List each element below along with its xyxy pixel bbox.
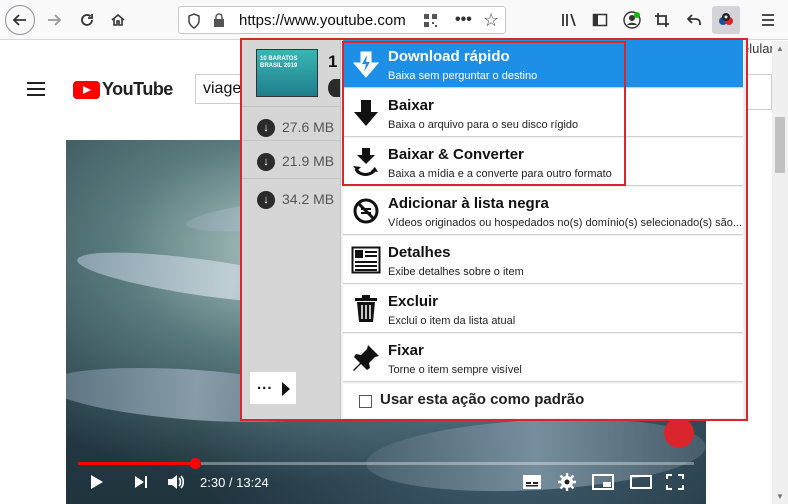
star-icon[interactable]: ☆ bbox=[483, 10, 499, 31]
sidebar-icon[interactable] bbox=[586, 6, 614, 34]
more-actions-button[interactable]: ... bbox=[250, 372, 296, 404]
hamburger-icon[interactable] bbox=[26, 82, 46, 101]
trash-icon bbox=[349, 292, 383, 326]
channel-watermark-icon[interactable] bbox=[664, 418, 694, 448]
first-item-title[interactable]: 1 bbox=[328, 52, 337, 72]
video-time: 2:30 / 13:24 bbox=[200, 475, 269, 490]
scroll-down-icon[interactable]: ▼ bbox=[776, 492, 784, 501]
forward-icon[interactable] bbox=[40, 6, 68, 34]
theater-mode-icon[interactable] bbox=[630, 475, 652, 489]
download-size: 34.2 MB bbox=[282, 191, 335, 207]
youtube-logo-icon[interactable] bbox=[73, 81, 100, 99]
home-icon[interactable] bbox=[104, 6, 132, 34]
menu-item-desc: Exclui o item da lista atual bbox=[388, 315, 516, 327]
lightning-download-icon bbox=[349, 47, 383, 81]
download-icon: ↓ bbox=[257, 191, 275, 209]
more-label: ... bbox=[257, 376, 273, 393]
search-value: viage bbox=[203, 80, 242, 97]
video-thumbnail[interactable]: 10 BARATOS BRASIL 2019 bbox=[256, 49, 318, 97]
reload-icon[interactable] bbox=[73, 6, 101, 34]
qr-icon[interactable] bbox=[423, 13, 438, 33]
url-text[interactable]: https://www.youtube.com bbox=[239, 12, 419, 29]
thumbnail-text: 10 BARATOS BRASIL 2019 bbox=[260, 56, 298, 69]
download-size: 27.6 MB bbox=[282, 119, 335, 135]
lock-icon bbox=[213, 13, 225, 33]
account-icon[interactable] bbox=[618, 6, 646, 34]
menu-item-desc: Baixa o arquivo para o seu disco rígido bbox=[388, 119, 579, 131]
settings-gear-icon[interactable] bbox=[558, 473, 576, 491]
more-icon[interactable]: ••• bbox=[455, 11, 472, 29]
video-progress-handle[interactable] bbox=[190, 458, 202, 469]
next-icon[interactable] bbox=[134, 475, 148, 489]
fullscreen-icon[interactable] bbox=[666, 474, 684, 490]
menu-item-desc: Baixa a mídia e a converte para outro fo… bbox=[388, 168, 612, 180]
menu-item-quick-download[interactable]: Download rápido Baixa sem perguntar o de… bbox=[343, 40, 743, 88]
menu-item-title: Detalhes bbox=[388, 244, 451, 261]
url-bar[interactable]: https://www.youtube.com ••• ☆ bbox=[178, 6, 506, 34]
default-action-checkbox[interactable] bbox=[359, 395, 372, 408]
download-helper-popup: 10 BARATOS BRASIL 2019 1 ↓ 27.6 MB ↓ 21.… bbox=[240, 38, 748, 421]
menu-item-desc: Torne o item sempre visível bbox=[388, 364, 522, 376]
download-item[interactable]: ↓ 34.2 MB bbox=[242, 178, 342, 220]
menu-item-title: Adicionar à lista negra bbox=[388, 195, 549, 212]
menu-icon[interactable] bbox=[754, 6, 782, 34]
menu-item-desc: Baixa sem perguntar o destino bbox=[388, 70, 538, 82]
screen: https://www.youtube.com ••• ☆ YouTube vi… bbox=[0, 0, 788, 504]
downloads-list: 10 BARATOS BRASIL 2019 1 ↓ 27.6 MB ↓ 21.… bbox=[242, 40, 342, 419]
menu-item-download[interactable]: Baixar Baixa o arquivo para o seu disco … bbox=[343, 89, 743, 137]
library-icon[interactable] bbox=[556, 6, 584, 34]
pin-icon bbox=[349, 341, 383, 375]
menu-item-pin[interactable]: Fixar Torne o item sempre visível bbox=[343, 334, 743, 382]
menu-item-delete[interactable]: Excluir Exclui o item da lista atual bbox=[343, 285, 743, 333]
menu-item-title: Download rápido bbox=[388, 48, 510, 65]
action-menu: Download rápido Baixa sem perguntar o de… bbox=[340, 40, 744, 419]
shield-icon[interactable] bbox=[187, 13, 201, 34]
page-scrollbar[interactable]: ▲ ▼ bbox=[772, 41, 788, 504]
menu-item-title: Excluir bbox=[388, 293, 439, 310]
convert-icon bbox=[349, 145, 383, 179]
scroll-up-icon[interactable]: ▲ bbox=[776, 44, 784, 53]
menu-item-desc: Vídeos originados ou hospedados no(s) do… bbox=[388, 217, 743, 229]
video-progress-fill bbox=[78, 462, 196, 465]
download-icon: ↓ bbox=[257, 153, 275, 171]
video-progress-bar[interactable] bbox=[78, 458, 694, 469]
menu-item-download-convert[interactable]: Baixar & Converter Baixa a mídia e a con… bbox=[343, 138, 743, 186]
subtitles-icon[interactable] bbox=[522, 474, 542, 490]
undo-icon[interactable] bbox=[680, 6, 708, 34]
expand-arrow-icon bbox=[282, 382, 290, 396]
download-icon: ↓ bbox=[257, 119, 275, 137]
scroll-thumb[interactable] bbox=[775, 117, 785, 173]
down-arrow-icon bbox=[349, 96, 383, 130]
menu-item-title: Fixar bbox=[388, 342, 424, 359]
back-icon[interactable] bbox=[5, 5, 35, 35]
crop-icon[interactable] bbox=[648, 6, 676, 34]
download-size: 21.9 MB bbox=[282, 153, 335, 169]
play-icon[interactable] bbox=[90, 474, 104, 490]
menu-item-title: Baixar bbox=[388, 97, 434, 114]
details-icon bbox=[349, 243, 383, 277]
extension-icon[interactable] bbox=[712, 6, 740, 34]
download-item[interactable]: ↓ 21.9 MB bbox=[242, 140, 342, 182]
default-action-row[interactable]: Usar esta ação como padrão bbox=[343, 384, 743, 418]
default-action-label: Usar esta ação como padrão bbox=[380, 391, 585, 408]
volume-icon[interactable] bbox=[166, 473, 186, 491]
miniplayer-icon[interactable] bbox=[592, 474, 614, 490]
youtube-logo-text[interactable]: YouTube bbox=[102, 79, 173, 100]
menu-item-title: Baixar & Converter bbox=[388, 146, 524, 163]
browser-toolbar: https://www.youtube.com ••• ☆ bbox=[0, 0, 788, 40]
menu-item-blacklist[interactable]: Adicionar à lista negra Vídeos originado… bbox=[343, 187, 743, 235]
menu-item-details[interactable]: Detalhes Exibe detalhes sobre o item bbox=[343, 236, 743, 284]
blacklist-icon bbox=[349, 194, 383, 228]
menu-item-desc: Exibe detalhes sobre o item bbox=[388, 266, 524, 278]
